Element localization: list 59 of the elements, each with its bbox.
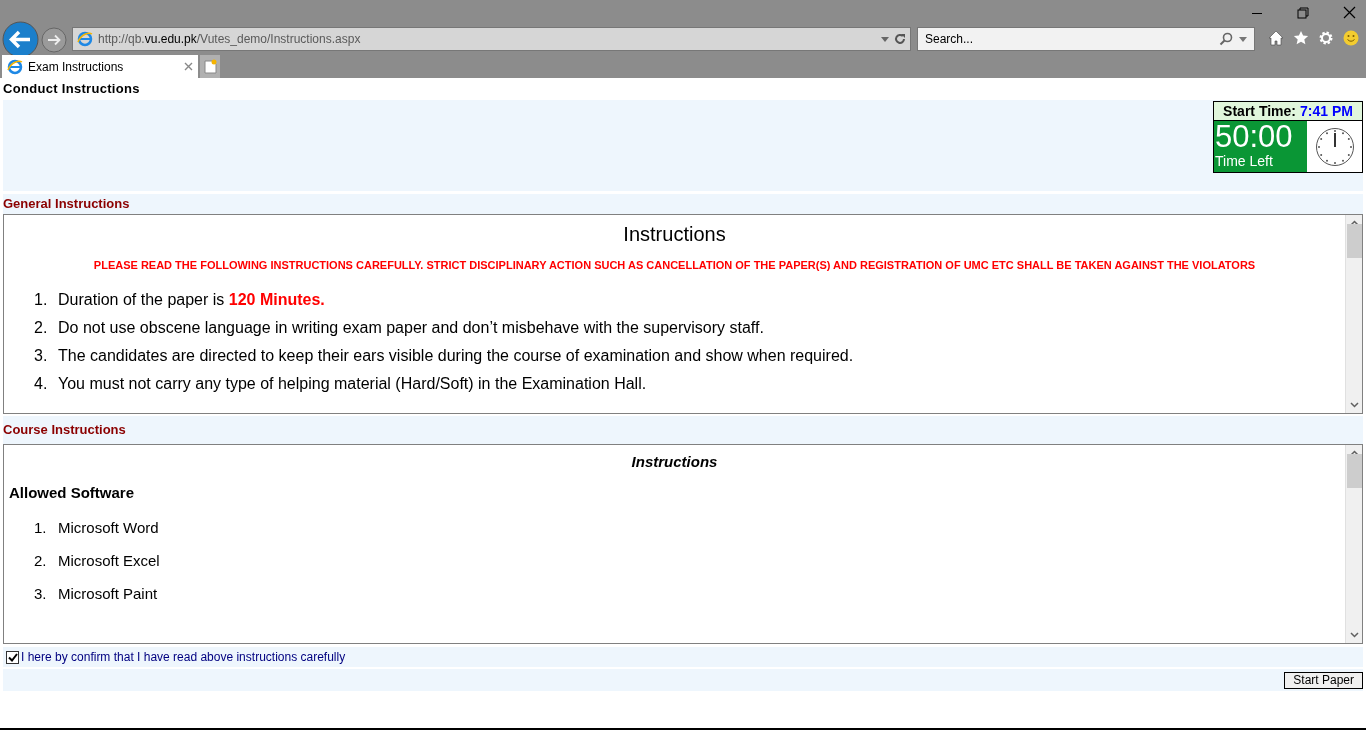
scroll-thumb[interactable] [1346,454,1362,488]
page-title: Conduct Instructions [3,80,141,99]
home-icon[interactable] [1268,30,1284,46]
restore-icon[interactable] [1297,6,1309,19]
check-icon [7,652,18,662]
list-number: 2. [34,317,49,337]
search-field[interactable]: Search... [925,30,1213,48]
dropdown-icon[interactable] [881,36,889,42]
dropdown-icon[interactable] [1239,36,1247,42]
instructions-title: Instructions [630,452,719,472]
back-icon[interactable] [2,21,39,58]
instruction-text: Microsoft Excel [58,551,160,570]
new-tab-button[interactable] [200,55,220,78]
scroll-up-icon[interactable] [1349,450,1359,456]
scroll-down-icon[interactable] [1349,402,1359,408]
star-icon[interactable] [1293,30,1309,46]
start-time: Start Time: 7:41 PM [1214,102,1362,121]
address-bar[interactable]: http://qb.vu.edu.pk/Vutes_demo/Instructions.aspx [72,27,911,51]
refresh-icon[interactable] [894,33,906,45]
confirm-checkbox[interactable] [6,650,19,664]
time-remaining: 50:00 [1215,121,1294,153]
list-number: 4. [34,373,49,393]
instructions-title: Instructions [622,222,727,247]
browser-logo-icon [77,31,93,47]
forward-icon[interactable] [41,26,67,53]
instruction-text: Do not use obscene language in writing exam paper and don’t misbehave with the supervisory staff. [58,317,764,337]
instruction-text: The candidates are directed to keep their ears visible during the course of examination and show when required. [58,345,854,365]
instruction-text: You must not carry any type of helping material (Hard/Soft) in the Examination Hall. [58,373,647,393]
close-tab-icon[interactable] [184,62,193,71]
browser-tab[interactable]: Exam Instructions [2,55,198,78]
scroll-thumb[interactable] [1346,224,1362,258]
url-text: http://qb.vu.edu.pk/Vutes_demo/Instructions.aspx [98,31,362,48]
instruction-text: Microsoft Paint [58,584,158,603]
search-icon[interactable] [1219,32,1233,46]
clock-icon [1314,126,1355,167]
list-number: 1. [34,289,49,309]
scrollbar[interactable] [1345,445,1362,643]
instruction-text: Duration of the paper is 120 Minutes. [58,289,325,309]
scroll-down-icon[interactable] [1349,632,1359,638]
instruction-text: Microsoft Word [58,518,159,537]
warning-text: PLEASE READ THE FOLLOWING INSTRUCTIONS CAREFULLY. STRICT DISCIPLINARY ACTION SUCH AS CANCELLATION OF THE PAPER(S) AND REGISTRATION OF UMC ETC SHALL BE TAKEN AGAINST THE VIOLATORS [92,258,1257,273]
time-left-label: Time Left [1215,153,1274,169]
search-bar[interactable]: Search... [917,27,1255,51]
scroll-up-icon[interactable] [1349,220,1359,226]
list-number: 3. [34,345,49,365]
section-heading: Course Instructions [3,416,1363,444]
new-page-icon [203,59,217,74]
close-icon[interactable] [1343,6,1356,19]
section-heading: General Instructions [3,194,1363,214]
smiley-icon[interactable] [1343,30,1359,46]
settings-icon[interactable] [1318,30,1334,46]
list-number: 2. [34,551,48,570]
scrollbar[interactable] [1345,215,1362,413]
start-paper-button[interactable]: Start Paper [1284,671,1363,689]
allowed-software-heading: Allowed Software [8,483,136,503]
tab-title: Exam Instructions [28,58,125,76]
browser-logo-icon [7,58,23,75]
list-number: 3. [34,584,48,603]
list-number: 1. [34,518,48,537]
